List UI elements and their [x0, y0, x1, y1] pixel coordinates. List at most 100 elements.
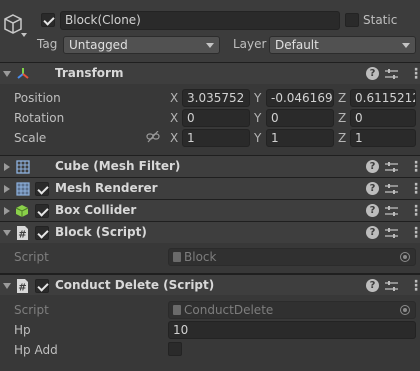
transform-header[interactable]: Transform ? ⋮: [0, 62, 420, 84]
scale-y-field[interactable]: 1: [266, 129, 334, 147]
static-checkbox[interactable]: [345, 13, 359, 27]
gameobject-name-field[interactable]: Block(Clone): [60, 11, 340, 30]
tag-dropdown[interactable]: Untagged: [63, 36, 220, 54]
help-icon[interactable]: ?: [366, 226, 379, 239]
constrain-proportions-link-icon[interactable]: [146, 131, 160, 143]
hp-add-checkbox[interactable]: [168, 342, 182, 356]
scale-y-axis[interactable]: Y: [254, 131, 261, 145]
mesh-filter-title: Cube (Mesh Filter): [55, 159, 181, 173]
tag-dropdown-value: Untagged: [69, 38, 128, 52]
rotation-z-field[interactable]: 0: [350, 109, 416, 127]
conduct-delete-title: Conduct Delete (Script): [55, 278, 215, 292]
object-picker-icon[interactable]: [400, 305, 410, 315]
tag-label: Tag: [37, 37, 58, 51]
gameobject-icon-dropdown-caret[interactable]: [21, 33, 27, 37]
gameobject-cube-icon[interactable]: [2, 13, 24, 35]
help-icon[interactable]: ?: [366, 160, 379, 173]
box-collider-header[interactable]: Box Collider ? ⋮: [0, 199, 420, 221]
help-icon[interactable]: ?: [366, 67, 379, 80]
presets-icon[interactable]: [385, 161, 398, 173]
script-file-icon: [173, 305, 181, 315]
context-menu-icon[interactable]: ⋮: [409, 182, 420, 196]
foldout-closed-icon[interactable]: [4, 185, 10, 193]
scale-z-axis[interactable]: Z: [338, 131, 346, 145]
position-x-axis[interactable]: X: [170, 91, 178, 105]
position-y-axis[interactable]: Y: [254, 91, 261, 105]
block-script-header[interactable]: # Block (Script) ? ⋮: [0, 221, 420, 243]
presets-icon[interactable]: [385, 280, 398, 292]
block-script-title: Block (Script): [55, 225, 147, 239]
presets-icon[interactable]: [385, 68, 398, 80]
svg-text:#: #: [18, 230, 26, 241]
context-menu-icon[interactable]: ⋮: [409, 204, 420, 218]
rotation-label: Rotation: [14, 111, 65, 125]
mesh-renderer-header[interactable]: Mesh Renderer ? ⋮: [0, 177, 420, 199]
gameobject-header: Block(Clone) Static Tag Untagged Layer D…: [0, 0, 420, 62]
box-collider-title: Box Collider: [55, 203, 137, 217]
conduct-delete-script-label: Script: [14, 303, 49, 317]
mesh-filter-header[interactable]: Cube (Mesh Filter) ? ⋮: [0, 155, 420, 177]
static-label: Static: [363, 13, 398, 27]
help-icon[interactable]: ?: [366, 279, 379, 292]
mesh-filter-icon: [16, 160, 30, 174]
scale-label: Scale: [14, 131, 47, 145]
transform-icon: [17, 68, 29, 79]
context-menu-icon[interactable]: ⋮: [409, 226, 420, 240]
foldout-closed-icon[interactable]: [4, 207, 10, 215]
block-script-object-field: Block: [168, 248, 416, 266]
script-file-icon: [173, 252, 181, 262]
transform-title: Transform: [55, 66, 124, 80]
object-picker-icon[interactable]: [400, 252, 410, 262]
mesh-renderer-title: Mesh Renderer: [55, 181, 158, 195]
position-z-axis[interactable]: Z: [338, 91, 346, 105]
block-script-value: Block: [184, 250, 217, 264]
presets-icon[interactable]: [385, 183, 398, 195]
layer-label: Layer: [233, 37, 267, 51]
rotation-y-axis[interactable]: Y: [254, 111, 261, 125]
hp-add-label: Hp Add: [14, 343, 58, 357]
help-icon[interactable]: ?: [366, 204, 379, 217]
mesh-renderer-icon: [16, 182, 30, 196]
block-script-field-label: Script: [14, 250, 49, 264]
position-label: Position: [14, 91, 61, 105]
scale-z-field[interactable]: 1: [350, 129, 416, 147]
conduct-delete-script-value: ConductDelete: [184, 303, 274, 317]
hp-label: Hp: [14, 323, 31, 337]
context-menu-icon[interactable]: ⋮: [409, 67, 420, 81]
presets-icon[interactable]: [385, 227, 398, 239]
context-menu-icon[interactable]: ⋮: [409, 279, 420, 293]
foldout-open-icon[interactable]: [3, 230, 11, 236]
chevron-down-icon: [402, 43, 410, 48]
active-checkbox[interactable]: [41, 13, 55, 27]
position-y-field[interactable]: -0.046169: [266, 89, 334, 107]
inspector-bottom-edge: [0, 366, 420, 371]
layer-dropdown[interactable]: Default: [269, 36, 416, 54]
rotation-x-axis[interactable]: X: [170, 111, 178, 125]
presets-icon[interactable]: [385, 205, 398, 217]
foldout-closed-icon[interactable]: [4, 163, 10, 171]
block-script-enabled-checkbox[interactable]: [35, 226, 49, 240]
position-x-field[interactable]: 3.035752: [182, 89, 250, 107]
rotation-z-axis[interactable]: Z: [338, 111, 346, 125]
context-menu-icon[interactable]: ⋮: [409, 160, 420, 174]
conduct-delete-enabled-checkbox[interactable]: [35, 279, 49, 293]
conduct-delete-script-object-field: ConductDelete: [168, 301, 416, 319]
position-z-field[interactable]: 0.6115212: [350, 89, 416, 107]
foldout-open-icon[interactable]: [3, 71, 11, 77]
script-hash-icon: #: [17, 226, 28, 241]
scale-x-axis[interactable]: X: [170, 131, 178, 145]
scale-x-field[interactable]: 1: [182, 129, 250, 147]
layer-dropdown-value: Default: [275, 38, 319, 52]
chevron-down-icon: [206, 43, 214, 48]
hp-field[interactable]: 10: [168, 321, 416, 339]
rotation-x-field[interactable]: 0: [182, 109, 250, 127]
rotation-y-field[interactable]: 0: [266, 109, 334, 127]
mesh-renderer-enabled-checkbox[interactable]: [35, 182, 49, 196]
foldout-open-icon[interactable]: [3, 283, 11, 289]
box-collider-enabled-checkbox[interactable]: [35, 204, 49, 218]
conduct-delete-header[interactable]: # Conduct Delete (Script) ? ⋮: [0, 273, 420, 295]
svg-text:#: #: [18, 283, 26, 294]
script-hash-icon: #: [17, 279, 28, 294]
help-icon[interactable]: ?: [366, 182, 379, 195]
box-collider-icon: [15, 205, 29, 217]
